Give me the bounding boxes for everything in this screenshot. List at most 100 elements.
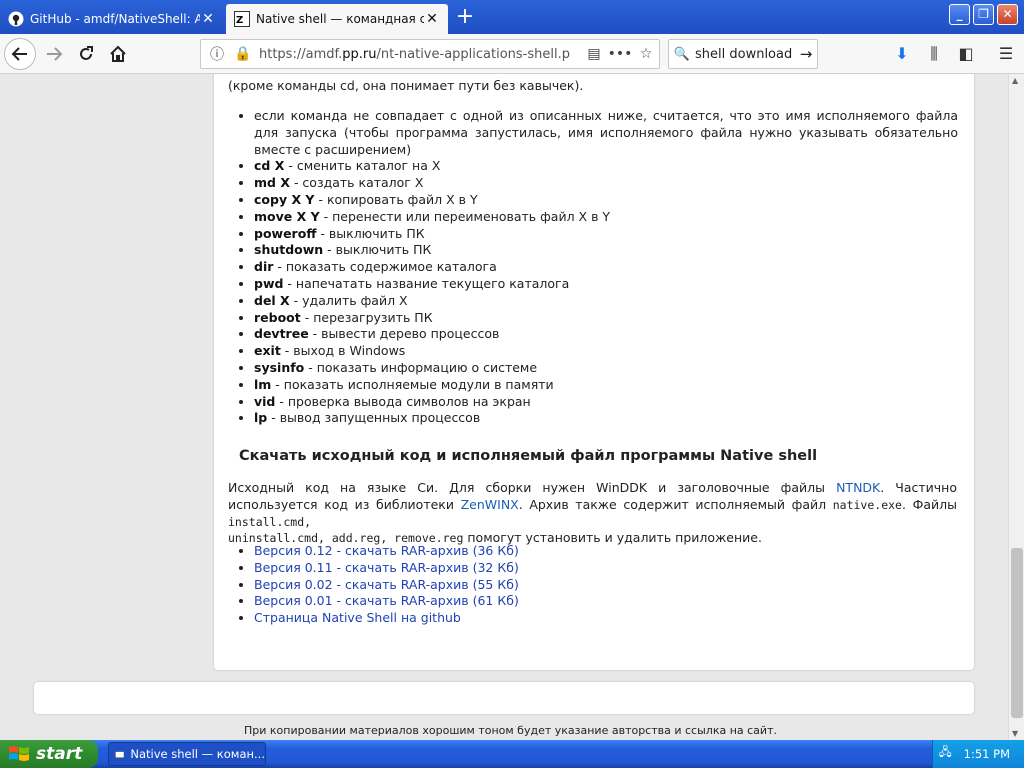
list-item: lm - показать исполняемые модули в памят… (254, 377, 958, 394)
command-name: lm (254, 376, 272, 392)
close-tab-icon[interactable]: ✕ (424, 11, 440, 27)
list-item: poweroff - выключить ПК (254, 226, 958, 243)
info-icon[interactable]: ⓘ (207, 44, 227, 64)
scrollbar-thumb[interactable] (1011, 548, 1023, 718)
download-heading: Скачать исходный код и исполняемый файл … (239, 448, 818, 464)
close-window-button[interactable]: ✕ (997, 4, 1018, 25)
para-text: . Файлы (901, 496, 957, 512)
page-actions-button[interactable]: ••• (607, 46, 633, 62)
menu-icon[interactable]: ☰ (994, 42, 1018, 66)
url-text[interactable]: https://amdf.pp.ru/nt-native-application… (259, 47, 581, 62)
list-item: copy X Y - копировать файл X в Y (254, 192, 958, 209)
url-path: /nt-native-applications-shell.p (376, 46, 570, 62)
footer-note: При копировании материалов хорошим тоном… (244, 724, 777, 737)
search-icon: 🔍 (673, 46, 691, 62)
list-item: shutdown - выключить ПК (254, 242, 958, 259)
lock-warning-icon[interactable]: 🔒 (233, 46, 253, 62)
list-item: Версия 0.11 - скачать RAR-архив (32 Кб) (254, 560, 654, 577)
command-desc: - перезагрузить ПК (300, 309, 433, 325)
svg-text:Z: Z (236, 15, 243, 26)
start-button[interactable]: start (0, 740, 98, 768)
github-page-link[interactable]: Страница Native Shell на github (254, 610, 461, 625)
navigation-toolbar: ⓘ 🔒 https://amdf.pp.ru/nt-native-applica… (0, 34, 1024, 74)
command-name: exit (254, 343, 281, 359)
article-card: (кроме команды cd, она понимает пути без… (214, 74, 974, 670)
command-desc: - показать информацию о системе (304, 359, 538, 375)
windows-logo-icon (9, 746, 29, 761)
command-name: devtree (254, 326, 309, 342)
home-icon (110, 45, 126, 62)
network-icon[interactable]: 🖧 (939, 745, 952, 764)
command-name: dir (254, 259, 274, 275)
tab-github[interactable]: GitHub - amdf/NativeShell: A shell ✕ (0, 4, 224, 34)
arrow-right-icon (47, 47, 63, 61)
filename: native.exe (832, 497, 902, 512)
zenwinx-link[interactable]: ZenWINX (461, 497, 519, 512)
comments-card (34, 682, 974, 714)
downloads-icon[interactable]: ⬇ (890, 42, 914, 66)
download-link-0-01[interactable]: Версия 0.01 - скачать RAR-архив (61 Кб) (254, 593, 519, 608)
list-item: Версия 0.12 - скачать RAR-архив (36 Кб) (254, 543, 654, 560)
command-desc: - напечатать название текущего каталога (283, 275, 570, 291)
para-text: . Архив также содержит исполняемый файл (518, 496, 833, 512)
vertical-scrollbar[interactable]: ▲ ▼ (1008, 74, 1024, 740)
window-controls: _ ❐ ✕ (949, 4, 1018, 25)
command-name: reboot (254, 309, 301, 325)
taskbar-item-browser[interactable]: Native shell — коман... (108, 742, 266, 766)
filename: install.cmd, (228, 514, 312, 529)
para-text: Исходный код на языке Си. Для сборки нуж… (228, 480, 837, 495)
minimize-button[interactable]: _ (949, 4, 970, 25)
command-desc: - показать содержимое каталога (273, 259, 497, 275)
home-button[interactable] (104, 40, 132, 68)
search-text: shell download (695, 46, 793, 62)
command-desc: - вывод запущенных процессов (267, 410, 481, 426)
list-item: devtree - вывести дерево процессов (254, 326, 958, 343)
forward-button[interactable] (40, 40, 68, 68)
search-input[interactable]: 🔍 shell download → (668, 39, 818, 69)
download-link-0-02[interactable]: Версия 0.02 - скачать RAR-архив (55 Кб) (254, 577, 519, 592)
tab-title: Native shell — командная строка (256, 12, 424, 26)
list-item: move X Y - перенести или переименовать ф… (254, 209, 958, 226)
url-domain: pp.ru (342, 46, 377, 62)
clock[interactable]: 1:51 PM (964, 747, 1010, 761)
list-item: Страница Native Shell на github (254, 610, 654, 627)
command-name: lp (254, 410, 268, 426)
command-desc: - копировать файл X в Y (314, 191, 478, 207)
list-item: dir - показать содержимое каталога (254, 259, 958, 276)
url-prefix: https://amdf. (259, 46, 343, 62)
list-item: Версия 0.02 - скачать RAR-архив (55 Кб) (254, 577, 654, 594)
command-name: pwd (254, 275, 284, 291)
bookmark-star-icon[interactable]: ☆ (633, 46, 659, 62)
list-item: sysinfo - показать информацию о системе (254, 360, 958, 377)
scroll-down-icon[interactable]: ▼ (1012, 729, 1018, 738)
command-name: poweroff (254, 225, 317, 241)
command-name: vid (254, 393, 276, 409)
reader-view-icon[interactable]: ▤ (581, 46, 607, 62)
download-link-0-11[interactable]: Версия 0.11 - скачать RAR-архив (32 Кб) (254, 560, 519, 575)
list-item: reboot - перезагрузить ПК (254, 310, 958, 327)
command-desc: - показать исполняемые модули в памяти (271, 376, 554, 392)
library-icon[interactable]: ⫼ (922, 42, 946, 66)
command-name: cd X (254, 158, 285, 174)
command-name: move X Y (254, 208, 320, 224)
command-desc: - создать каталог X (289, 175, 424, 191)
list-item: exit - выход в Windows (254, 343, 958, 360)
tab-native-shell[interactable]: Z Native shell — командная строка ✕ (226, 4, 448, 34)
reload-button[interactable] (72, 40, 100, 68)
ntndk-link[interactable]: NTNDK (836, 480, 880, 495)
back-button[interactable] (4, 38, 36, 70)
list-item: pwd - напечатать название текущего катал… (254, 276, 958, 293)
list-item: если команда не совпадает с одной из опи… (254, 108, 958, 158)
new-tab-button[interactable]: + (452, 6, 478, 30)
page-viewport: (кроме команды cd, она понимает пути без… (0, 74, 1008, 740)
close-tab-icon[interactable]: ✕ (200, 11, 216, 27)
maximize-button[interactable]: ❐ (973, 4, 994, 25)
scroll-up-icon[interactable]: ▲ (1012, 76, 1018, 85)
download-link-0-12[interactable]: Версия 0.12 - скачать RAR-архив (36 Кб) (254, 543, 519, 558)
command-desc: - вывести дерево процессов (308, 326, 500, 342)
search-go-icon[interactable]: → (795, 45, 817, 63)
address-bar[interactable]: ⓘ 🔒 https://amdf.pp.ru/nt-native-applica… (200, 39, 660, 69)
sidebar-icon[interactable]: ◧ (954, 42, 978, 66)
command-name: del X (254, 292, 290, 308)
list-item: md X - создать каталог X (254, 175, 958, 192)
